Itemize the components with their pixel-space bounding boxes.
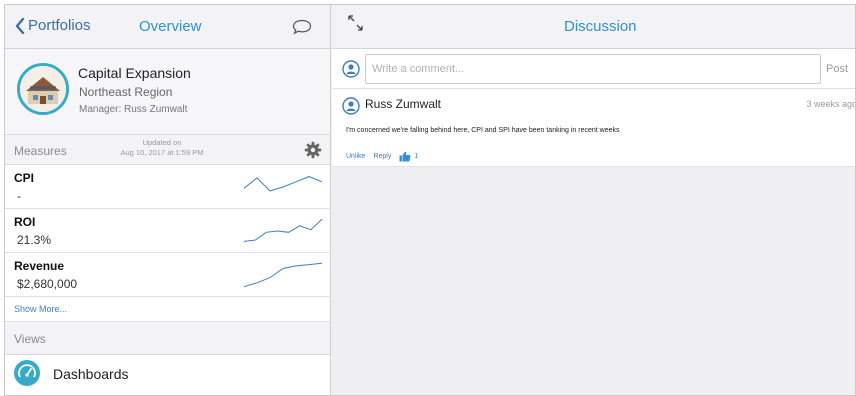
chevron-left-icon [15,17,25,34]
comment-item: Russ Zumwalt 3 weeks ago I'm concerned w… [332,89,856,167]
project-region: Northeast Region [79,85,173,99]
sparkline [243,262,323,288]
like-count: 1 [414,153,419,160]
sparkline [243,176,323,192]
measure-row-revenue[interactable]: Revenue $2,680,000 [5,253,330,297]
measure-value: $2,680,000 [17,277,78,291]
show-more-row: Show More... [5,297,330,322]
measure-name: Revenue [14,259,65,273]
chat-bubble-icon[interactable] [292,19,312,35]
unlike-button[interactable]: Unlike [346,153,365,160]
comment-composer: Post [332,49,855,89]
overview-nav-bar: Portfolios Overview [5,5,330,49]
comment-author[interactable]: Russ Zumwalt [365,97,441,111]
gear-icon[interactable] [304,141,322,159]
discussion-nav-bar: Discussion [332,5,855,49]
updated-timestamp: Updated on Aug 10, 2017 at 1:59 PM [107,138,217,158]
gauge-icon [14,360,40,386]
project-manager: Manager: Russ Zumwalt [79,104,188,115]
comment-text: I'm concerned we're falling behind here,… [346,127,620,134]
updated-line1: Updated on [142,138,182,147]
dashboards-item[interactable]: Dashboards [5,355,330,395]
reply-button[interactable]: Reply [373,153,391,160]
thumbs-up-icon[interactable] [399,151,411,162]
project-avatar [17,63,69,115]
sparkline-path [243,218,323,242]
app-frame: Portfolios Overview Capital Expansion No… [4,4,856,396]
discussion-title: Discussion [564,18,637,35]
measures-label: Measures [14,144,67,158]
show-more-link[interactable]: Show More... [14,304,67,314]
updated-line2: Aug 10, 2017 at 1:59 PM [120,148,204,157]
overview-title: Overview [139,18,202,35]
comment-actions: Unlike Reply 1 [346,151,418,162]
measure-value: 21.3% [17,233,52,247]
sparkline [243,218,323,242]
user-icon [342,60,360,78]
building-icon [20,66,66,112]
expand-icon[interactable] [346,13,366,35]
comment-input[interactable] [365,54,821,84]
dashboards-label: Dashboards [53,366,129,382]
sparkline-path [243,262,323,288]
discussion-pane: Discussion Post Russ Zumwalt 3 weeks ago… [332,5,856,395]
back-to-portfolios-button[interactable]: Portfolios [15,17,91,34]
measure-row-roi[interactable]: ROI 21.3% [5,209,330,253]
measure-name: ROI [14,215,36,229]
measure-name: CPI [14,171,35,185]
views-header: Views [5,322,330,355]
post-button[interactable]: Post [826,63,848,75]
user-icon [342,97,360,115]
measure-value: - [17,189,21,203]
measure-row-cpi[interactable]: CPI - [5,165,330,209]
comment-timestamp: 3 weeks ago [806,99,856,109]
views-label: Views [14,332,46,346]
project-name: Capital Expansion [78,65,191,81]
back-label: Portfolios [28,17,91,34]
project-header: Capital Expansion Northeast Region Manag… [5,49,330,135]
overview-pane: Portfolios Overview Capital Expansion No… [5,5,331,395]
measures-header: Measures Updated on Aug 10, 2017 at 1:59… [5,135,330,165]
sparkline-path [243,176,323,192]
